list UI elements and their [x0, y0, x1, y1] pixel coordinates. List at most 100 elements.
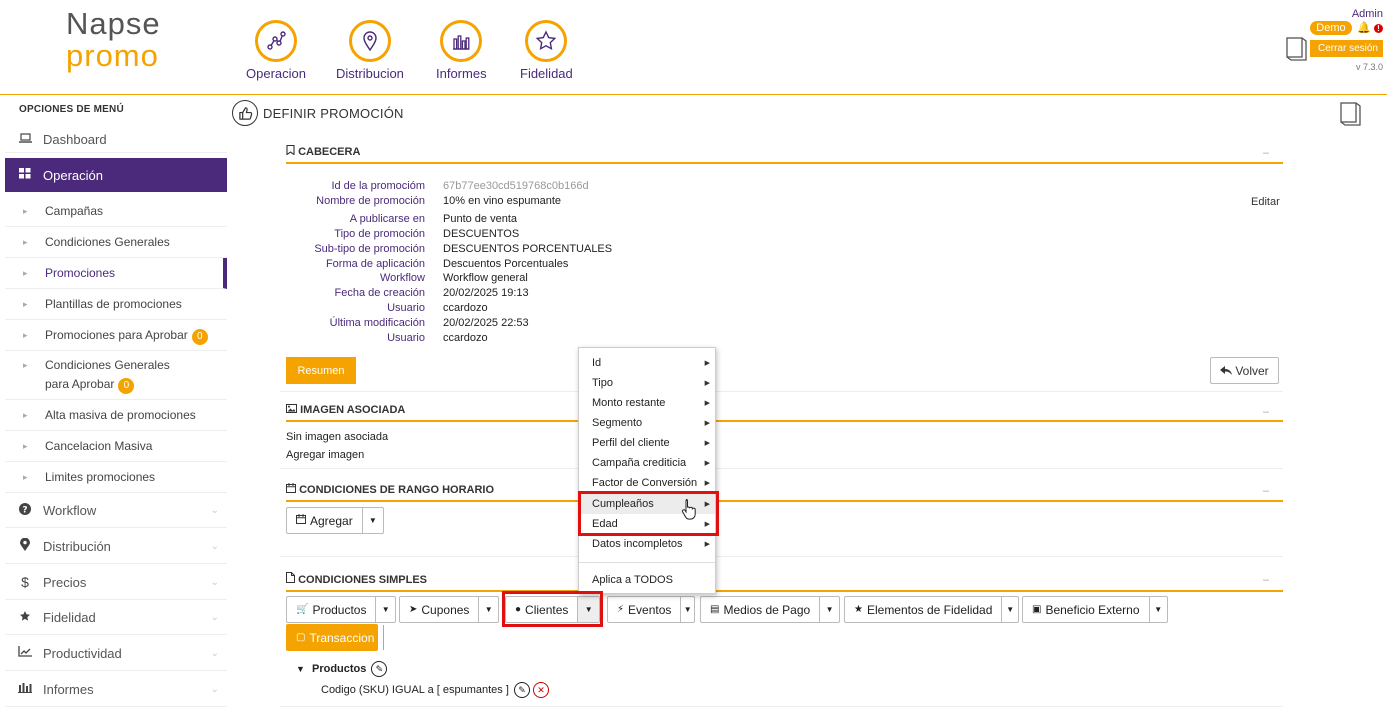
sidebar-item-fidelidad[interactable]: Fidelidad ⌄ — [5, 600, 227, 635]
environment-badge: Demo — [1310, 21, 1352, 35]
menu-item-tipo[interactable]: Tipo ▶ — [579, 373, 715, 393]
minimize-button[interactable]: – — [1263, 574, 1269, 586]
caret-down-icon[interactable]: ▼ — [296, 664, 305, 674]
sidebar-item-limites[interactable]: ▸ Limites promociones — [5, 462, 227, 493]
logout-button[interactable]: Cerrar sesión — [1310, 40, 1383, 57]
map-marker-icon — [15, 537, 35, 554]
sidebar-item-dashboard[interactable]: Dashboard — [5, 126, 227, 153]
no-image-text: Sin imagen asociada — [286, 431, 389, 443]
dropdown-caret-button[interactable]: ▼ — [375, 597, 395, 622]
menu-item-label: Edad — [592, 518, 618, 530]
map-pin-icon — [348, 20, 391, 62]
sidebar-item-plantillas[interactable]: ▸ Plantillas de promociones — [5, 289, 227, 320]
sidebar-item-alta-masiva[interactable]: ▸ Alta masiva de promociones — [5, 400, 227, 431]
hand-cursor-icon — [681, 498, 697, 523]
pencil-icon[interactable]: ✎ — [513, 682, 530, 698]
section-cabecera-header[interactable]: CABECERA – — [286, 144, 1283, 164]
topnav-distribucion[interactable]: Distribucion — [336, 20, 404, 81]
sidebar-item-productividad[interactable]: Productividad ⌄ — [5, 636, 227, 671]
field-label-tipo: Tipo de promoción — [334, 228, 425, 240]
dropdown-caret-button[interactable]: ▼ — [383, 625, 392, 650]
sidebar-item-operacion[interactable]: Operación — [5, 158, 227, 192]
volver-button[interactable]: Volver — [1210, 357, 1279, 384]
pencil-icon[interactable]: ✎ — [371, 661, 388, 677]
menu-item-monto-restante[interactable]: Monto restante ▶ — [579, 393, 715, 413]
manual-book-icon[interactable] — [1338, 101, 1362, 130]
add-image-link[interactable]: Agregar imagen — [286, 449, 364, 461]
user-name[interactable]: Admin — [1310, 8, 1383, 20]
cart-icon: 🛒 — [296, 604, 309, 615]
caret-right-icon: ▶ — [704, 541, 710, 548]
topnav-fidelidad[interactable]: Fidelidad — [520, 20, 573, 81]
section-horario-header[interactable]: CONDICIONES DE RANGO HORARIO – — [286, 483, 1283, 502]
sidebar-item-condiciones-aprobar[interactable]: ▸ Condiciones Generales para Aprobar 0 — [5, 351, 227, 400]
sidebar-item-workflow[interactable]: ? Workflow ⌄ — [5, 494, 227, 528]
dropdown-caret-button[interactable]: ▼ — [361, 508, 383, 533]
cupones-button-group: ➤ Cupones ▼ — [399, 596, 499, 623]
sidebar-item-label: Plantillas de promociones — [45, 297, 182, 311]
sidebar-item-campanas[interactable]: ▸ Campañas — [5, 196, 227, 227]
bar-chart-icon — [15, 682, 35, 696]
bookmark-icon — [286, 144, 298, 158]
alert-icon[interactable]: ! — [1374, 24, 1383, 33]
delete-icon[interactable]: ✕ — [533, 682, 550, 698]
eventos-button[interactable]: ⚡ Eventos — [608, 597, 680, 622]
clientes-dropdown-menu: Id ▶ Tipo ▶ Monto restante ▶ Segmento ▶ Perf… — [578, 347, 716, 594]
minimize-button[interactable]: – — [1263, 406, 1269, 418]
menu-item-id[interactable]: Id ▶ — [579, 353, 715, 373]
fidelidad-button-group: ★ Elementos de Fidelidad ▼ — [844, 596, 1019, 623]
topnav-informes[interactable]: Informes — [436, 20, 487, 81]
menu-item-segmento[interactable]: Segmento ▶ — [579, 413, 715, 433]
menu-item-factor-conversion[interactable]: Factor de Conversión ▶ — [579, 473, 715, 493]
section-imagen-header[interactable]: IMAGEN ASOCIADA – — [286, 404, 1283, 422]
resumen-button[interactable]: Resumen — [286, 357, 356, 384]
dropdown-caret-button[interactable]: ▼ — [478, 597, 498, 622]
productos-button[interactable]: 🛒 Productos — [287, 597, 375, 622]
clientes-button[interactable]: ● Clientes — [506, 597, 577, 622]
dropdown-caret-button[interactable]: ▼ — [1001, 597, 1018, 622]
topnav-operacion[interactable]: Operacion — [246, 20, 306, 81]
menu-item-datos-incompletos[interactable]: Datos incompletos ▶ — [579, 534, 715, 554]
dropdown-caret-button[interactable]: ▼ — [819, 597, 839, 622]
sidebar-item-condiciones-generales[interactable]: ▸ Condiciones Generales — [5, 227, 227, 258]
napse-promo-logo[interactable]: Napse promo — [66, 8, 176, 72]
field-value-ultima-modificacion: 20/02/2025 22:53 — [443, 317, 529, 329]
caret-right-icon: ▸ — [23, 472, 28, 482]
sidebar-item-promociones[interactable]: ▸ Promociones — [5, 258, 227, 289]
topnav-fidelidad-label: Fidelidad — [520, 66, 573, 81]
bar-chart-icon — [440, 20, 483, 62]
dropdown-caret-button[interactable]: ▼ — [577, 597, 599, 622]
medios-pago-button[interactable]: ▤ Medios de Pago — [701, 597, 819, 622]
sidebar-item-precios[interactable]: $ Precios ⌄ — [5, 565, 227, 600]
caret-right-icon: ▶ — [704, 460, 710, 467]
sidebar-item-promociones-aprobar[interactable]: ▸ Promociones para Aprobar 0 — [5, 320, 227, 351]
edit-link[interactable]: Editar — [1251, 196, 1280, 208]
medios-pago-button-group: ▤ Medios de Pago ▼ — [700, 596, 840, 623]
beneficio-externo-button[interactable]: ▣ Beneficio Externo — [1023, 597, 1149, 622]
elementos-fidelidad-button[interactable]: ★ Elementos de Fidelidad — [845, 597, 1001, 622]
sidebar-item-informes[interactable]: Informes ⌄ — [5, 672, 227, 707]
menu-item-aplica-todos[interactable]: Aplica a TODOS — [579, 570, 715, 590]
manual-book-icon[interactable] — [1284, 36, 1308, 65]
minimize-button[interactable]: – — [1263, 147, 1269, 159]
menu-item-campana-crediticia[interactable]: Campaña crediticia ▶ — [579, 453, 715, 473]
minimize-button[interactable]: – — [1263, 485, 1269, 497]
menu-item-label: Perfil del cliente — [592, 437, 670, 449]
dropdown-caret-button[interactable]: ▼ — [680, 597, 694, 622]
sidebar-item-distribucion[interactable]: Distribución ⌄ — [5, 529, 227, 564]
section-title: CONDICIONES DE RANGO HORARIO — [299, 484, 495, 496]
cupones-button[interactable]: ➤ Cupones — [400, 597, 478, 622]
field-label-nombre: Nombre de promoción — [316, 195, 425, 207]
caret-right-icon: ▸ — [23, 206, 28, 216]
field-value-forma: Descuentos Porcentuales — [443, 258, 569, 270]
section-simples-header[interactable]: CONDICIONES SIMPLES – — [286, 572, 1283, 592]
transaccion-button-group: ▢ Transaccion ▼ — [286, 624, 392, 651]
dropdown-caret-button[interactable]: ▼ — [1148, 597, 1167, 622]
graph-nodes-icon — [254, 20, 297, 62]
bell-icon[interactable]: 🔔 — [1357, 22, 1371, 34]
agregar-horario-button[interactable]: Agregar — [287, 508, 362, 533]
sidebar-item-cancelacion-masiva[interactable]: ▸ Cancelacion Masiva — [5, 431, 227, 462]
field-label-forma: Forma de aplicación — [325, 258, 425, 270]
menu-item-perfil-cliente[interactable]: Perfil del cliente ▶ — [579, 433, 715, 453]
transaccion-button[interactable]: ▢ Transaccion — [287, 625, 383, 650]
